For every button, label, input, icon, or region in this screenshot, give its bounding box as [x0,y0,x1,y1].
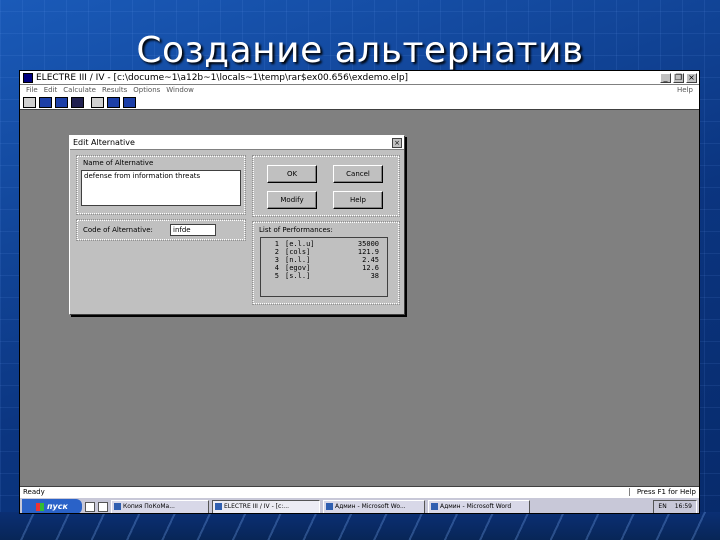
list-item[interactable]: 3 [n.l.] 2.45 [265,256,383,264]
menu-calculate[interactable]: Calculate [63,86,96,94]
criteria-icon[interactable] [91,96,104,108]
windows-flag-icon [36,502,45,511]
word-icon [326,503,333,510]
slide-title: Создание альтернатив [136,30,584,71]
browser-icon[interactable] [98,501,108,512]
export-icon[interactable] [55,96,68,108]
dialog-close-button[interactable]: × [392,137,402,148]
task-button[interactable]: Админ - Microsoft Word [428,499,530,513]
list-item[interactable]: 2 [cols] 121.9 [265,248,383,256]
close-button[interactable]: × [686,72,697,83]
name-label: Name of Alternative [82,159,155,167]
slide-decoration [0,512,720,540]
start-button[interactable]: пуск [22,499,82,513]
toolbar [20,95,699,110]
performances-list[interactable]: 1 [e.l.u] 35000 2 [cols] 121.9 3 [n.l.] … [260,237,388,297]
new-file-icon[interactable] [23,96,36,108]
app-icon [23,72,33,83]
app-titlebar: ELECTRE III / IV - [c:\docume~1\a12b~1\l… [20,71,699,85]
code-label: Code of Alternative: [82,226,154,234]
clock: 16:59 [674,503,692,510]
modify-button[interactable]: Modify [267,191,317,209]
menu-options[interactable]: Options [133,86,160,94]
status-text: Ready [23,488,45,496]
menu-edit[interactable]: Edit [44,86,58,94]
list-item[interactable]: 1 [e.l.u] 35000 [265,240,383,248]
buttons-group: OK Cancel Modify Help [252,155,400,217]
taskbar: пуск Копия ПоКoMa... ELECTRE III / IV - … [20,497,699,513]
code-group: Code of Alternative: infde [76,219,246,241]
menubar: File Edit Calculate Results Options Wind… [20,85,699,95]
menu-results[interactable]: Results [102,86,127,94]
alternatives-icon[interactable] [107,96,120,108]
word-icon [431,503,438,510]
performances-label: List of Performances: [258,226,334,234]
app-title: ELECTRE III / IV - [c:\docume~1\a12b~1\l… [36,72,409,83]
desktop-icon[interactable] [85,501,95,512]
code-field[interactable]: infde [170,224,216,236]
cancel-button[interactable]: Cancel [333,165,383,183]
list-item[interactable]: 5 [s.l.] 38 [265,272,383,280]
import-icon[interactable] [39,96,52,108]
dialog-title: Edit Alternative [73,138,135,147]
status-bar: Ready Press F1 for Help [20,486,699,497]
help-button[interactable]: Help [333,191,383,209]
task-button[interactable]: Копия ПоКoMa... [111,499,209,513]
menu-window[interactable]: Window [166,86,194,94]
list-item[interactable]: 4 [egov] 12.6 [265,264,383,272]
start-label: пуск [47,502,68,511]
performances-group: List of Performances: 1 [e.l.u] 35000 2 … [252,221,400,305]
table-icon[interactable] [123,96,136,108]
name-group: Name of Alternative defense from informa… [76,155,246,215]
language-indicator[interactable]: EN [658,503,666,510]
document-icon [114,503,121,510]
status-hint: Press F1 for Help [629,488,699,496]
dialog-titlebar: Edit Alternative × [70,136,404,150]
print-icon[interactable] [71,96,84,108]
edit-alternative-dialog: Edit Alternative × Name of Alternative d… [69,135,405,315]
app-icon [215,503,222,510]
name-field[interactable]: defense from information threats [81,170,241,206]
minimize-button[interactable]: _ [660,72,671,83]
task-button[interactable]: Админ - Microsoft Wo... [323,499,425,513]
ok-button[interactable]: OK [267,165,317,183]
menu-file[interactable]: File [26,86,38,94]
app-screenshot: ELECTRE III / IV - [c:\docume~1\a12b~1\l… [19,70,700,514]
system-tray: EN 16:59 [653,499,697,513]
task-button-active[interactable]: ELECTRE III / IV - [c:... [212,499,320,513]
restore-button[interactable]: ❐ [673,72,684,83]
menu-help[interactable]: Help [677,86,693,94]
